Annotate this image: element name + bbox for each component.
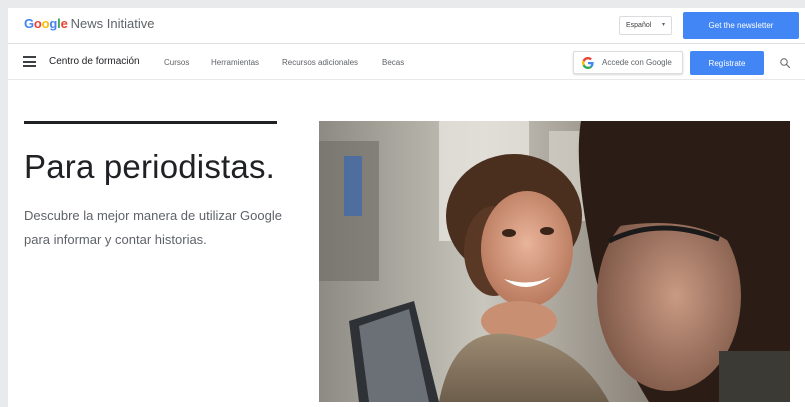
nav-title[interactable]: Centro de formación: [49, 56, 140, 67]
language-select[interactable]: Español ▾: [619, 16, 672, 35]
nav-link-herramientas[interactable]: Herramientas: [211, 58, 259, 67]
menu-icon[interactable]: [23, 56, 36, 67]
nav-link-becas[interactable]: Becas: [382, 58, 404, 67]
chevron-down-icon: ▾: [661, 22, 665, 28]
hero-title: Para periodistas.: [24, 148, 276, 185]
sign-in-label: Accede con Google: [602, 58, 672, 67]
newsletter-button[interactable]: Get the newsletter: [683, 12, 799, 39]
hero-subtitle: Descubre la mejor manera de utilizar Goo…: [24, 208, 282, 247]
register-button[interactable]: Regístrate: [690, 51, 764, 75]
sign-in-with-google-button[interactable]: Accede con Google: [573, 51, 683, 74]
google-g-icon: [582, 56, 594, 69]
nav-link-recursos[interactable]: Recursos adicionales: [282, 58, 358, 67]
hero-divider: [24, 121, 277, 124]
nav-link-cursos[interactable]: Cursos: [164, 58, 189, 67]
logo-google-word: Google: [24, 16, 68, 31]
top-bar: Google News Initiative Español ▾ Get the…: [8, 8, 805, 44]
hero-photo: [319, 121, 790, 402]
language-label: Español: [626, 22, 652, 29]
search-icon[interactable]: [779, 57, 791, 69]
nav-bar: Centro de formación Cursos Herramientas …: [8, 44, 805, 80]
google-news-initiative-logo[interactable]: Google News Initiative: [24, 16, 154, 31]
logo-text: News Initiative: [70, 16, 155, 31]
page: Google News Initiative Español ▾ Get the…: [8, 8, 805, 407]
